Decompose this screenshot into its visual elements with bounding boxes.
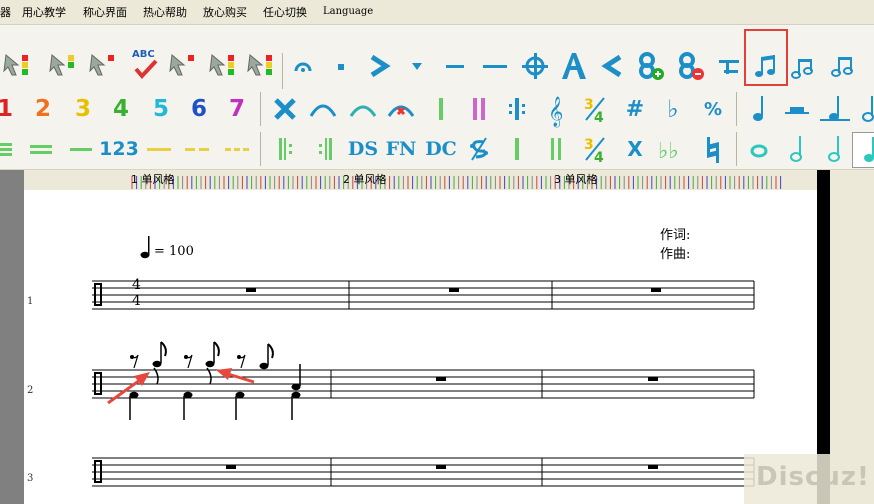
note[interactable]	[235, 391, 245, 420]
whole-rest[interactable]	[449, 288, 459, 292]
eighth-note[interactable]	[259, 343, 274, 370]
note[interactable]	[183, 391, 193, 420]
whole-rest[interactable]	[648, 377, 658, 381]
score-notation[interactable]	[0, 0, 874, 504]
whole-rest[interactable]	[651, 288, 661, 292]
whole-rest[interactable]	[648, 465, 658, 469]
whole-rest[interactable]	[246, 288, 256, 292]
staff-3[interactable]	[92, 457, 755, 487]
eighth-rest[interactable]	[130, 354, 139, 369]
whole-rest[interactable]	[436, 465, 446, 469]
eighth-note[interactable]	[152, 341, 167, 385]
eighth-note[interactable]	[205, 341, 220, 385]
note[interactable]	[291, 391, 301, 420]
staff-1[interactable]	[92, 280, 755, 310]
note[interactable]	[129, 391, 139, 420]
eighth-rest[interactable]	[184, 354, 193, 369]
staff-2[interactable]	[92, 341, 755, 420]
eighth-rest[interactable]	[237, 354, 246, 369]
whole-rest[interactable]	[436, 377, 446, 381]
whole-rest[interactable]	[226, 465, 236, 469]
watermark-text: Discuz!	[756, 462, 870, 492]
